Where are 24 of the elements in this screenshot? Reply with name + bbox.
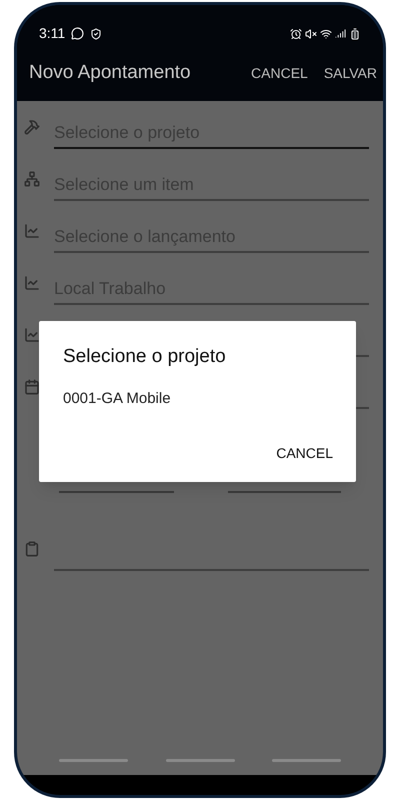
hammer-icon: [24, 119, 40, 135]
hierarchy-icon: [24, 171, 40, 187]
signal-icon: [335, 28, 346, 39]
app-bar-action[interactable]: CANCEL: [251, 63, 308, 84]
dialog-title: Selecione o projeto: [63, 345, 227, 369]
nav-handle[interactable]: [272, 759, 341, 762]
chart-icon: [24, 275, 40, 291]
chat-icon: [71, 27, 84, 40]
alarm-icon: [290, 28, 302, 40]
clipboard-icon: [24, 541, 40, 557]
wifi-icon: [320, 28, 332, 40]
status-time: 3:11: [39, 24, 66, 43]
app-bar-action[interactable]: SALVAR: [324, 63, 377, 84]
nav-handle[interactable]: [166, 759, 234, 762]
chart-icon: [24, 327, 40, 343]
shield-icon: [90, 28, 102, 40]
app-title: Novo Apontamento: [29, 61, 192, 86]
dialog-cancel-button[interactable]: CANCEL: [276, 443, 333, 464]
battery-icon: [349, 28, 361, 40]
calendar-icon: [24, 379, 40, 395]
mute-icon: [305, 28, 317, 40]
chart-icon: [24, 223, 40, 239]
nav-handle[interactable]: [59, 759, 128, 762]
dialog-option[interactable]: 0001-GA Mobile: [63, 388, 332, 410]
